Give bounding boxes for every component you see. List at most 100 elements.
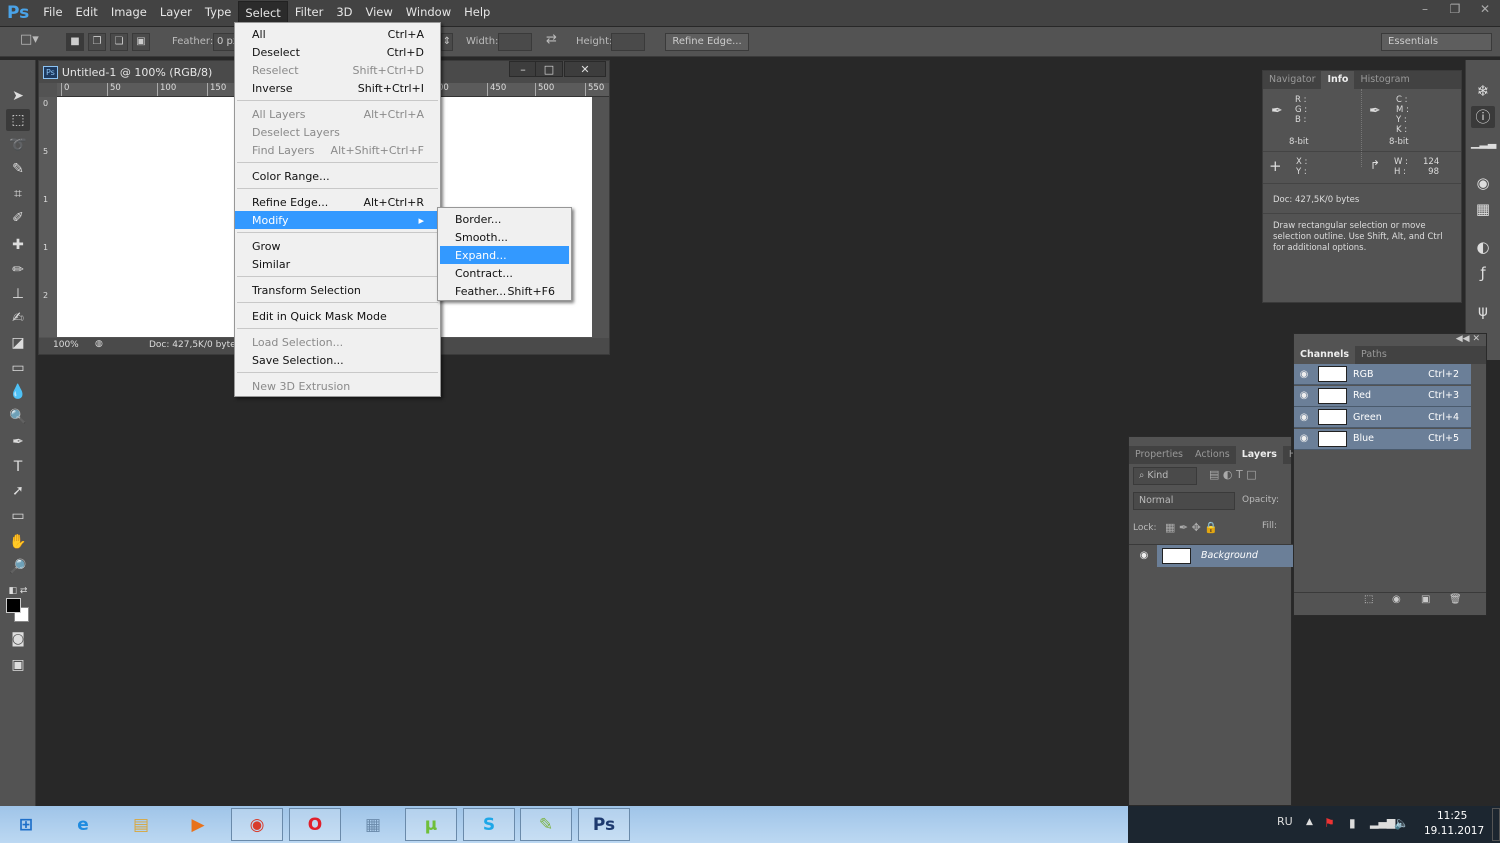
width-input[interactable] <box>498 33 532 51</box>
histogram-icon[interactable]: ▁▂▃ <box>1471 132 1496 154</box>
swap-icon[interactable]: ⇄ <box>546 32 557 47</box>
eyedropper-tool-icon[interactable]: ✐ <box>6 207 30 229</box>
menu-item-color-range[interactable]: Color Range... <box>235 167 440 185</box>
dodge-tool-icon[interactable]: 🔍 <box>6 406 30 428</box>
spot-healing-tool-icon[interactable]: ✚ <box>6 234 30 256</box>
menu-item-grow[interactable]: Grow <box>235 237 440 255</box>
file-explorer-taskbar-icon[interactable]: ▤ <box>115 808 167 841</box>
language-indicator[interactable]: RU <box>1277 815 1293 828</box>
rectangular-marquee-tool-icon[interactable]: ⬚ <box>6 109 30 131</box>
move-tool-icon[interactable]: ➤ <box>6 85 30 107</box>
new-selection-icon[interactable]: ■ <box>66 33 84 51</box>
visibility-eye-icon[interactable]: ◉ <box>1296 433 1312 444</box>
path-selection-tool-icon[interactable]: ➚ <box>6 480 30 502</box>
restore-button[interactable]: ❐ <box>1440 0 1470 18</box>
visibility-eye-icon[interactable]: ◉ <box>1296 412 1312 423</box>
media-player-taskbar-icon[interactable]: ▶ <box>172 808 224 841</box>
doc-restore-button[interactable]: □ <box>535 61 563 77</box>
menu-item-all[interactable]: All Ctrl+A <box>235 25 440 43</box>
clock-time[interactable]: 11:25 <box>1437 810 1467 822</box>
menu-image[interactable]: Image <box>105 1 153 25</box>
zoom-level[interactable]: 100% <box>53 340 79 350</box>
refine-edge-button[interactable]: Refine Edge... <box>665 33 749 51</box>
menu-type[interactable]: Type <box>199 1 237 25</box>
new-channel-icon[interactable]: ▣ <box>1421 594 1430 605</box>
quick-mask-icon[interactable]: ◙ <box>6 628 30 650</box>
menu-item-inverse[interactable]: Inverse Shift+Ctrl+I <box>235 79 440 97</box>
add-selection-icon[interactable]: ❐ <box>88 33 106 51</box>
grid-icon[interactable]: ▦ <box>1471 198 1495 220</box>
channel-row-blue[interactable]: ◉ Blue Ctrl+5 <box>1294 428 1471 450</box>
brush-presets-icon[interactable]: ψ <box>1471 300 1495 322</box>
tab-navigator[interactable]: Navigator <box>1263 71 1321 89</box>
doc-minimize-button[interactable]: – <box>509 61 537 77</box>
submenu-item-smooth[interactable]: Smooth... <box>440 228 569 246</box>
blur-tool-icon[interactable]: 💧 <box>6 381 30 403</box>
utorrent-taskbar-icon[interactable]: µ <box>405 808 457 841</box>
show-desktop-button[interactable] <box>1492 808 1500 841</box>
menu-item-edit-in-quick-mask-mode[interactable]: Edit in Quick Mask Mode <box>235 307 440 325</box>
tab-info[interactable]: Info <box>1321 71 1355 89</box>
chrome-taskbar-icon[interactable]: ◉ <box>231 808 283 841</box>
blend-mode-dropdown[interactable]: Normal <box>1133 492 1235 510</box>
styles-icon[interactable]: ƒ <box>1471 262 1495 284</box>
marquee-preset-icon[interactable]: □▾ <box>20 32 39 47</box>
menu-item-save-selection[interactable]: Save Selection... <box>235 351 440 369</box>
tab-channels[interactable]: Channels <box>1294 346 1356 364</box>
hand-tool-icon[interactable]: ✋ <box>6 531 30 553</box>
brush-tool-icon[interactable]: ✏ <box>6 259 30 281</box>
zoom-tool-icon[interactable]: 🔎 <box>6 556 30 578</box>
menu-item-similar[interactable]: Similar <box>235 255 440 273</box>
delete-channel-icon[interactable]: 🗑 <box>1449 594 1462 605</box>
filter-icons[interactable]: ▤ ◐ T □ <box>1209 468 1257 481</box>
doc-close-button[interactable]: ✕ <box>564 61 606 77</box>
lasso-tool-icon[interactable]: ➰ <box>6 134 30 156</box>
subtract-selection-icon[interactable]: ❏ <box>110 33 128 51</box>
workspace-dropdown[interactable]: Essentials <box>1381 33 1492 51</box>
menu-item-transform-selection[interactable]: Transform Selection <box>235 281 440 299</box>
power-icon[interactable]: ▮ <box>1349 816 1356 830</box>
screen-mode-icon[interactable]: ▣ <box>6 654 30 676</box>
action-center-icon[interactable]: ⚑ <box>1324 816 1335 830</box>
adjustments-icon[interactable]: ◐ <box>1471 236 1495 258</box>
tab-paths[interactable]: Paths <box>1355 346 1393 364</box>
tab-layers[interactable]: Layers <box>1235 446 1283 464</box>
status-arrow-icon[interactable]: ◍ <box>95 339 103 349</box>
visibility-eye-icon[interactable]: ◉ <box>1296 390 1312 401</box>
tray-expand-icon[interactable]: ▲ <box>1306 817 1313 827</box>
foreground-color-swatch[interactable] <box>6 598 21 613</box>
load-channel-selection-icon[interactable]: ⬚ <box>1364 594 1373 605</box>
save-selection-channel-icon[interactable]: ◉ <box>1392 594 1401 605</box>
swatches-icon[interactable]: ◉ <box>1471 172 1495 194</box>
tab-histogram[interactable]: Histogram <box>1354 71 1415 89</box>
menu-help[interactable]: Help <box>458 1 496 25</box>
filter-kind-dropdown[interactable]: ⌕ Kind <box>1133 467 1197 485</box>
panel-collapse-close[interactable]: ◀◀ ✕ <box>1294 334 1486 346</box>
eyedropper-icon[interactable]: ✒ <box>1271 103 1283 119</box>
tab-properties[interactable]: Properties <box>1129 446 1189 464</box>
rectangle-tool-icon[interactable]: ▭ <box>6 505 30 527</box>
navigator-icon[interactable]: ❄ <box>1471 80 1495 102</box>
height-input[interactable] <box>611 33 645 51</box>
internet-explorer-taskbar-icon[interactable]: e <box>57 808 109 841</box>
visibility-eye-icon[interactable]: ◉ <box>1296 369 1312 380</box>
style-dropdown[interactable]: ⇕ <box>441 33 453 51</box>
photoshop-taskbar-icon[interactable]: Ps <box>578 808 630 841</box>
type-tool-icon[interactable]: T <box>6 456 30 478</box>
menu-item-refine-edge[interactable]: Refine Edge... Alt+Ctrl+R <box>235 193 440 211</box>
opera-taskbar-icon[interactable]: O <box>289 808 341 841</box>
network-icon[interactable]: ▂▄▆ <box>1370 816 1395 829</box>
visibility-eye-icon[interactable]: ◉ <box>1131 550 1157 561</box>
menu-file[interactable]: File <box>37 1 68 25</box>
layer-row-background[interactable]: ◉ Background <box>1129 544 1293 567</box>
eraser-tool-icon[interactable]: ◪ <box>6 332 30 354</box>
skype-taskbar-icon[interactable]: S <box>463 808 515 841</box>
calculator-taskbar-icon[interactable]: ▦ <box>347 808 399 841</box>
submenu-item-contract[interactable]: Contract... <box>440 264 569 282</box>
submenu-item-feather[interactable]: Feather... Shift+F6 <box>440 282 569 300</box>
intersect-selection-icon[interactable]: ▣ <box>132 33 150 51</box>
clock-date[interactable]: 19.11.2017 <box>1424 825 1484 837</box>
menu-layer[interactable]: Layer <box>154 1 198 25</box>
tab-actions[interactable]: Actions <box>1189 446 1236 464</box>
gradient-tool-icon[interactable]: ▭ <box>6 357 30 379</box>
